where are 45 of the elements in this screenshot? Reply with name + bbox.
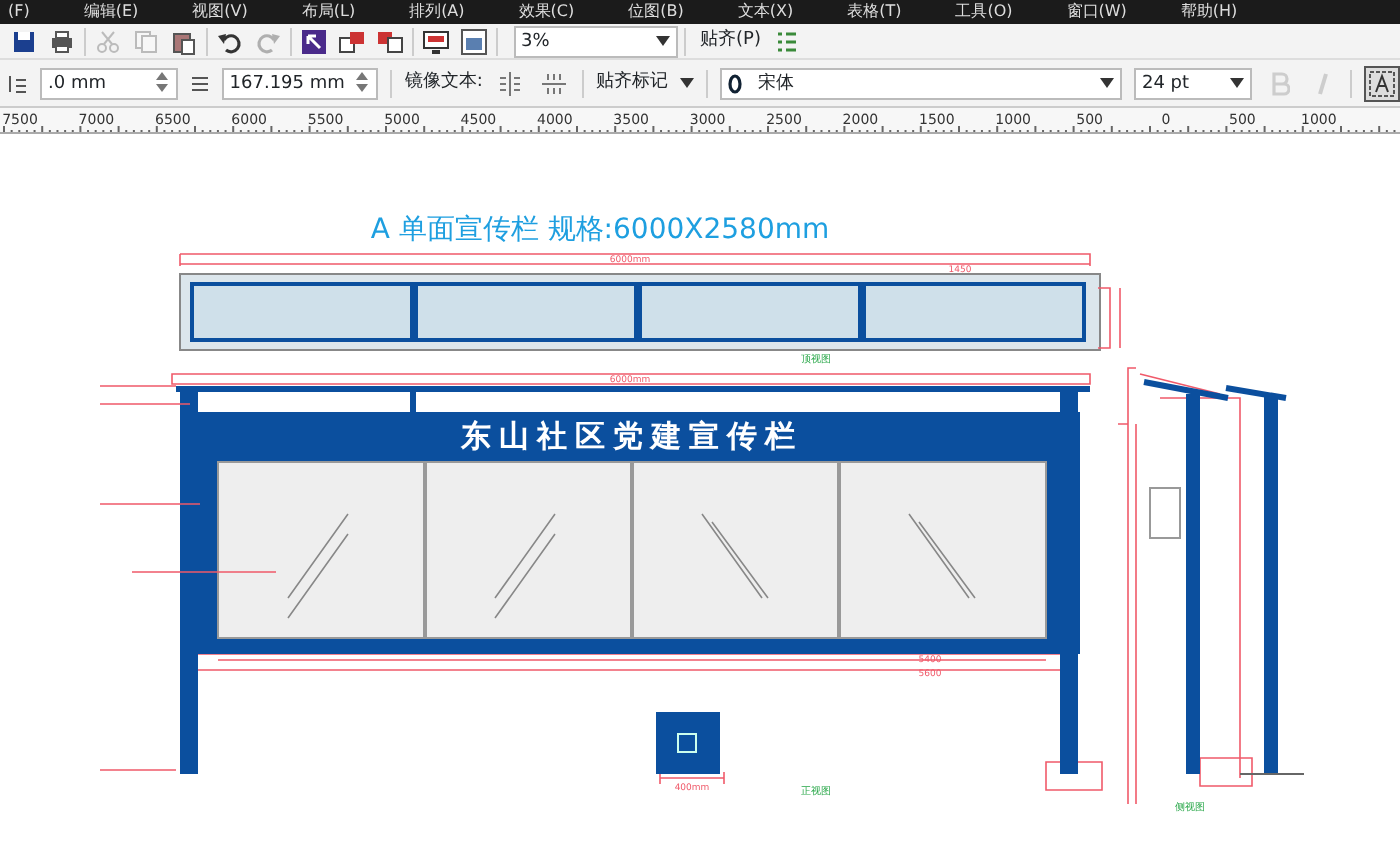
base-plate-drawing (656, 712, 720, 774)
x-field[interactable]: .0 mm (40, 67, 178, 99)
menu-item[interactable]: 工具(O) (955, 0, 1013, 24)
menu-item[interactable]: 帮助(H) (1180, 0, 1238, 24)
italic-icon (1313, 71, 1333, 95)
mirror-label: 镜像文本: (404, 69, 483, 96)
menu-item[interactable]: 编辑(E) (83, 0, 139, 24)
snap-marks-menu[interactable]: 贴齐标记 (595, 69, 668, 97)
frame-button[interactable] (458, 25, 490, 57)
menu-item[interactable]: 窗口(W) (1066, 0, 1127, 24)
monitor-button[interactable] (420, 25, 452, 57)
mirror-vertical-icon (541, 71, 566, 95)
caret-icon (1099, 77, 1114, 88)
spinner-arrows-icon[interactable] (153, 70, 170, 95)
spacing-icon (8, 73, 28, 93)
text-frame-icon (1368, 69, 1397, 97)
snap-menu[interactable]: 贴齐(P) (700, 27, 761, 55)
spacing-icon (189, 73, 210, 93)
caret-icon (655, 35, 669, 46)
y-field[interactable]: 167.195 mm (221, 67, 379, 99)
mirror-horizontal-icon (498, 71, 523, 95)
font-type-icon (727, 73, 742, 94)
text-frame-button[interactable] (1364, 65, 1400, 101)
scissors-icon (94, 27, 122, 55)
menu-item[interactable]: (F) (8, 0, 30, 24)
bold-icon (1269, 71, 1290, 95)
menu-item[interactable]: 布局(L) (301, 0, 356, 24)
font-dropdown[interactable]: 宋体 (719, 67, 1122, 99)
printer-button[interactable] (46, 25, 78, 57)
menu-item[interactable]: 排列(A) (409, 0, 465, 24)
menu-item[interactable]: 文本(X) (737, 0, 794, 24)
caret-icon (1229, 77, 1244, 88)
zoom-dropdown[interactable]: 3% (513, 25, 677, 57)
menu-item[interactable]: 视图(V) (192, 0, 248, 24)
menu-item[interactable]: 位图(B) (628, 0, 684, 24)
drawing-title: A 单面宣传栏 规格:6000X2580mm (370, 214, 830, 246)
list-icon[interactable] (775, 29, 796, 53)
copy-icon (132, 27, 160, 55)
spinner-arrows-icon[interactable] (354, 70, 371, 95)
font-size-dropdown[interactable]: 24 pt (1133, 67, 1252, 99)
caret-icon (679, 78, 694, 88)
launcher-button[interactable] (298, 25, 330, 57)
menu-item[interactable]: 表格(T) (847, 0, 902, 24)
board-heading: 东山社区党建宣传栏 (461, 422, 803, 454)
menu-item[interactable]: 效果(C) (518, 0, 575, 24)
